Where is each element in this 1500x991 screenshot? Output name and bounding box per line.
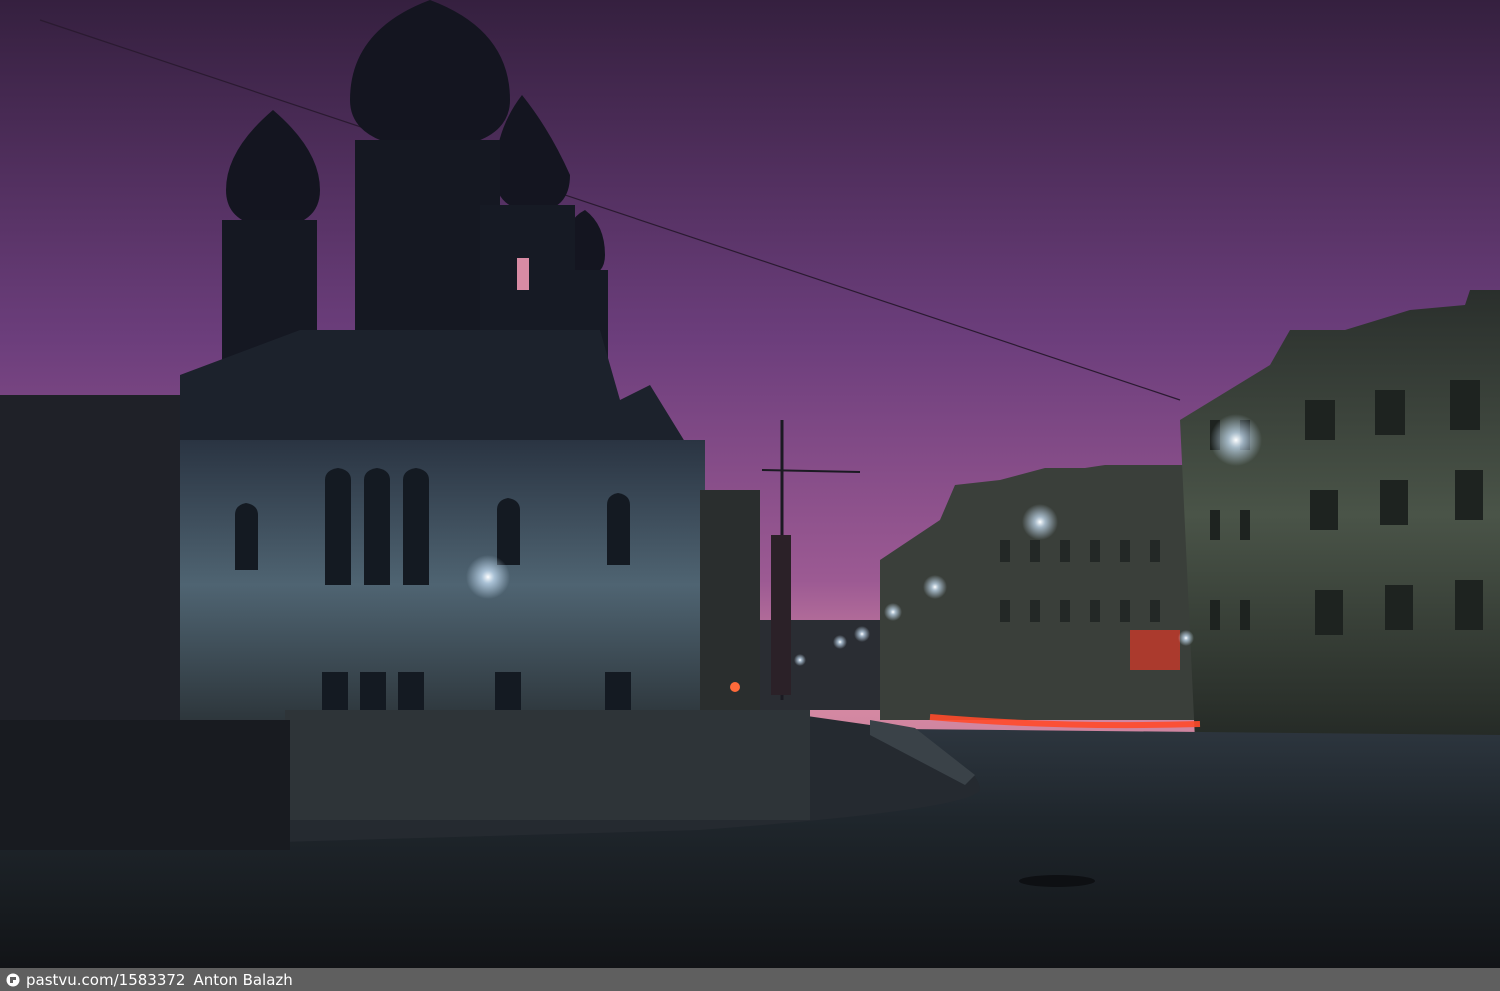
source-url[interactable]: pastvu.com/1583372 xyxy=(26,971,185,989)
low-wall xyxy=(285,710,810,820)
watermark-bar: pastvu.com/1583372 Anton Balazh xyxy=(0,968,1500,991)
pastvu-logo-icon xyxy=(6,973,20,986)
manhole-cover xyxy=(1019,875,1095,887)
left-building xyxy=(0,395,190,745)
red-signal-light xyxy=(730,682,740,692)
photograph xyxy=(0,0,1500,968)
red-lit-window xyxy=(1130,630,1180,670)
author-name[interactable]: Anton Balazh xyxy=(193,971,292,989)
